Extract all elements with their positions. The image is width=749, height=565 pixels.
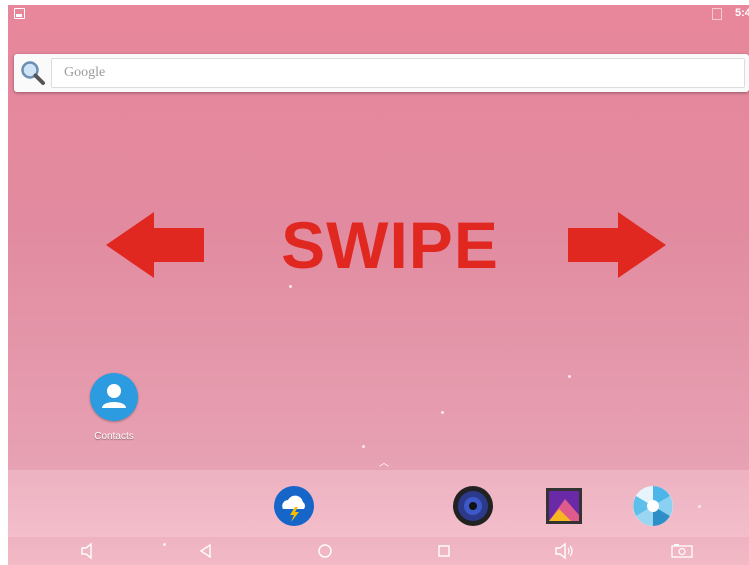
wallpaper-speck: [441, 411, 444, 414]
camera-icon[interactable]: [632, 485, 674, 527]
weather-icon[interactable]: [273, 485, 315, 527]
wallpaper-speck: [568, 375, 571, 378]
screenshot-icon[interactable]: [671, 542, 693, 560]
volume-up-icon[interactable]: [553, 542, 575, 560]
swipe-overlay-text: SWIPE: [281, 208, 499, 282]
app-drawer-chevron-icon[interactable]: ︿: [379, 454, 389, 469]
contacts-icon: [90, 373, 138, 421]
notification-image-icon: [14, 8, 25, 19]
contacts-app[interactable]: Contacts: [80, 373, 148, 442]
status-clock: 5:4: [735, 7, 749, 19]
back-icon[interactable]: [195, 542, 217, 560]
status-bar: 5:4: [8, 5, 749, 21]
search-input[interactable]: Google: [51, 58, 745, 88]
wallpaper-speck: [362, 445, 365, 448]
arrow-left-icon: [106, 212, 204, 278]
home-icon[interactable]: [314, 542, 336, 560]
google-search-bar[interactable]: Google: [14, 54, 749, 92]
app-label: Contacts: [94, 431, 134, 442]
recents-icon[interactable]: [433, 542, 455, 560]
search-placeholder: Google: [64, 65, 106, 80]
navigation-bar: [8, 538, 749, 565]
music-icon[interactable]: [452, 485, 494, 527]
gallery-icon[interactable]: [543, 485, 585, 527]
arrow-right-icon: [568, 212, 666, 278]
search-icon: [21, 61, 45, 85]
home-screen[interactable]: 5:4 Google SWIPE Contacts ︿: [8, 5, 749, 565]
volume-down-icon[interactable]: [77, 542, 99, 560]
wallpaper-speck: [289, 285, 292, 288]
no-sim-icon: [712, 8, 722, 20]
